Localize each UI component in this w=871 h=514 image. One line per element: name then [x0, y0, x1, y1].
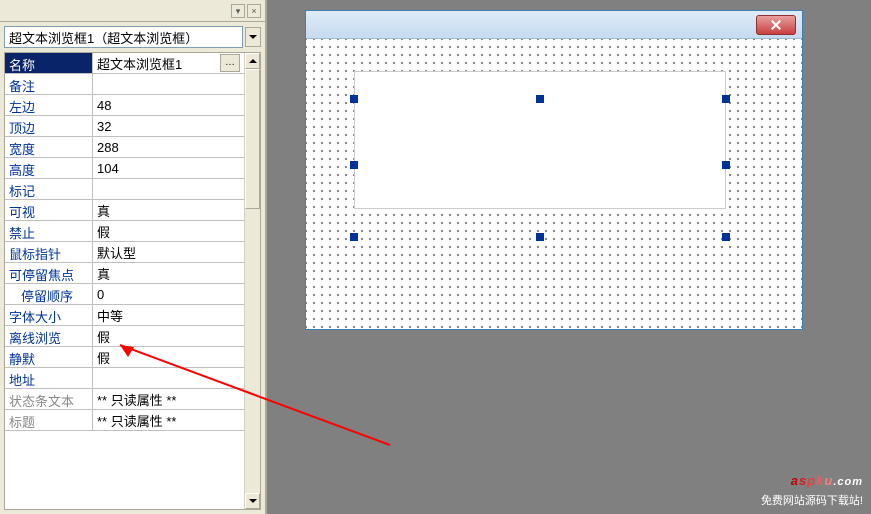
property-label[interactable]: 高度: [5, 158, 93, 178]
property-value[interactable]: 48: [93, 95, 244, 115]
property-value[interactable]: 超文本浏览框1…: [93, 53, 244, 73]
properties-panel: ▾ × 超文本浏览框1（超文本浏览框） 名称超文本浏览框1…备注左边48顶边32…: [0, 0, 267, 514]
property-row[interactable]: 顶边32: [5, 116, 244, 137]
property-value[interactable]: 288: [93, 137, 244, 157]
property-row[interactable]: 可停留焦点真: [5, 263, 244, 284]
resize-handle-tl[interactable]: [350, 95, 358, 103]
scroll-down-btn[interactable]: [245, 493, 260, 509]
more-button[interactable]: …: [220, 54, 240, 72]
panel-close-btn[interactable]: ×: [247, 4, 261, 18]
property-label[interactable]: 标题: [5, 410, 93, 430]
property-value[interactable]: 假: [93, 221, 244, 241]
object-selector-text: 超文本浏览框1（超文本浏览框）: [9, 28, 238, 47]
property-row[interactable]: 离线浏览假: [5, 326, 244, 347]
property-row[interactable]: 宽度288: [5, 137, 244, 158]
property-row[interactable]: 可视真: [5, 200, 244, 221]
property-value[interactable]: 真: [93, 263, 244, 283]
resize-handle-ml[interactable]: [350, 161, 358, 169]
property-value[interactable]: 假: [93, 326, 244, 346]
window-close-button[interactable]: [756, 15, 796, 35]
property-label[interactable]: 鼠标指针: [5, 242, 93, 262]
property-label[interactable]: 顶边: [5, 116, 93, 136]
hypertext-browser-control[interactable]: [354, 71, 726, 209]
resize-handle-tr[interactable]: [722, 95, 730, 103]
watermark-subtitle: 免费网站源码下载站!: [761, 492, 863, 508]
caret-down-icon: [249, 499, 257, 503]
property-row[interactable]: 备注: [5, 74, 244, 95]
property-row[interactable]: 停留顺序0: [5, 284, 244, 305]
property-value[interactable]: [93, 74, 244, 94]
property-value[interactable]: 中等: [93, 305, 244, 325]
property-value[interactable]: 32: [93, 116, 244, 136]
scroll-up-btn[interactable]: [245, 53, 260, 69]
property-label[interactable]: 左边: [5, 95, 93, 115]
property-value[interactable]: [93, 179, 244, 199]
property-row[interactable]: 高度104: [5, 158, 244, 179]
panel-dropdown-btn[interactable]: ▾: [231, 4, 245, 18]
property-value[interactable]: 默认型: [93, 242, 244, 262]
property-value[interactable]: ** 只读属性 **: [93, 410, 244, 430]
resize-handle-tm[interactable]: [536, 95, 544, 103]
property-label[interactable]: 备注: [5, 74, 93, 94]
scroll-thumb[interactable]: [245, 69, 260, 209]
property-label[interactable]: 静默: [5, 347, 93, 367]
resize-handle-bm[interactable]: [536, 233, 544, 241]
object-selector[interactable]: 超文本浏览框1（超文本浏览框）: [4, 26, 243, 48]
property-label[interactable]: 禁止: [5, 221, 93, 241]
property-row[interactable]: 标记: [5, 179, 244, 200]
caret-up-icon: [249, 59, 257, 63]
object-selector-dropdown[interactable]: [245, 27, 261, 47]
property-value[interactable]: ** 只读属性 **: [93, 389, 244, 409]
designer-canvas[interactable]: [306, 39, 802, 329]
designer-titlebar[interactable]: [306, 11, 802, 39]
property-label[interactable]: 宽度: [5, 137, 93, 157]
form-designer-window: [305, 10, 803, 330]
property-row[interactable]: 左边48: [5, 95, 244, 116]
property-value[interactable]: 真: [93, 200, 244, 220]
property-row[interactable]: 名称超文本浏览框1…: [5, 53, 244, 74]
property-label[interactable]: 状态条文本: [5, 389, 93, 409]
watermark-brand: aspku.com: [761, 460, 863, 492]
resize-handle-mr[interactable]: [722, 161, 730, 169]
property-label[interactable]: 地址: [5, 368, 93, 388]
property-value[interactable]: [93, 368, 244, 388]
property-row[interactable]: 鼠标指针默认型: [5, 242, 244, 263]
property-label[interactable]: 可视: [5, 200, 93, 220]
property-label[interactable]: 名称: [5, 53, 93, 73]
property-value[interactable]: 假: [93, 347, 244, 367]
resize-handle-bl[interactable]: [350, 233, 358, 241]
property-label[interactable]: 可停留焦点: [5, 263, 93, 283]
property-value[interactable]: 0: [93, 284, 244, 304]
property-label[interactable]: 离线浏览: [5, 326, 93, 346]
property-row[interactable]: 字体大小中等: [5, 305, 244, 326]
property-row[interactable]: 状态条文本** 只读属性 **: [5, 389, 244, 410]
property-grid: 名称超文本浏览框1…备注左边48顶边32宽度288高度104标记可视真禁止假鼠标…: [4, 52, 261, 510]
chevron-down-icon: [249, 35, 257, 39]
property-row[interactable]: 标题** 只读属性 **: [5, 410, 244, 431]
panel-header: ▾ ×: [0, 0, 265, 22]
property-label[interactable]: 字体大小: [5, 305, 93, 325]
property-row[interactable]: 静默假: [5, 347, 244, 368]
property-label[interactable]: 停留顺序: [5, 284, 93, 304]
vertical-scrollbar[interactable]: [244, 53, 260, 509]
property-value[interactable]: 104: [93, 158, 244, 178]
property-row[interactable]: 禁止假: [5, 221, 244, 242]
watermark: aspku.com 免费网站源码下载站!: [761, 460, 863, 508]
object-selector-row: 超文本浏览框1（超文本浏览框）: [0, 22, 265, 52]
resize-handle-br[interactable]: [722, 233, 730, 241]
property-row[interactable]: 地址: [5, 368, 244, 389]
property-label[interactable]: 标记: [5, 179, 93, 199]
close-icon: [770, 19, 782, 31]
